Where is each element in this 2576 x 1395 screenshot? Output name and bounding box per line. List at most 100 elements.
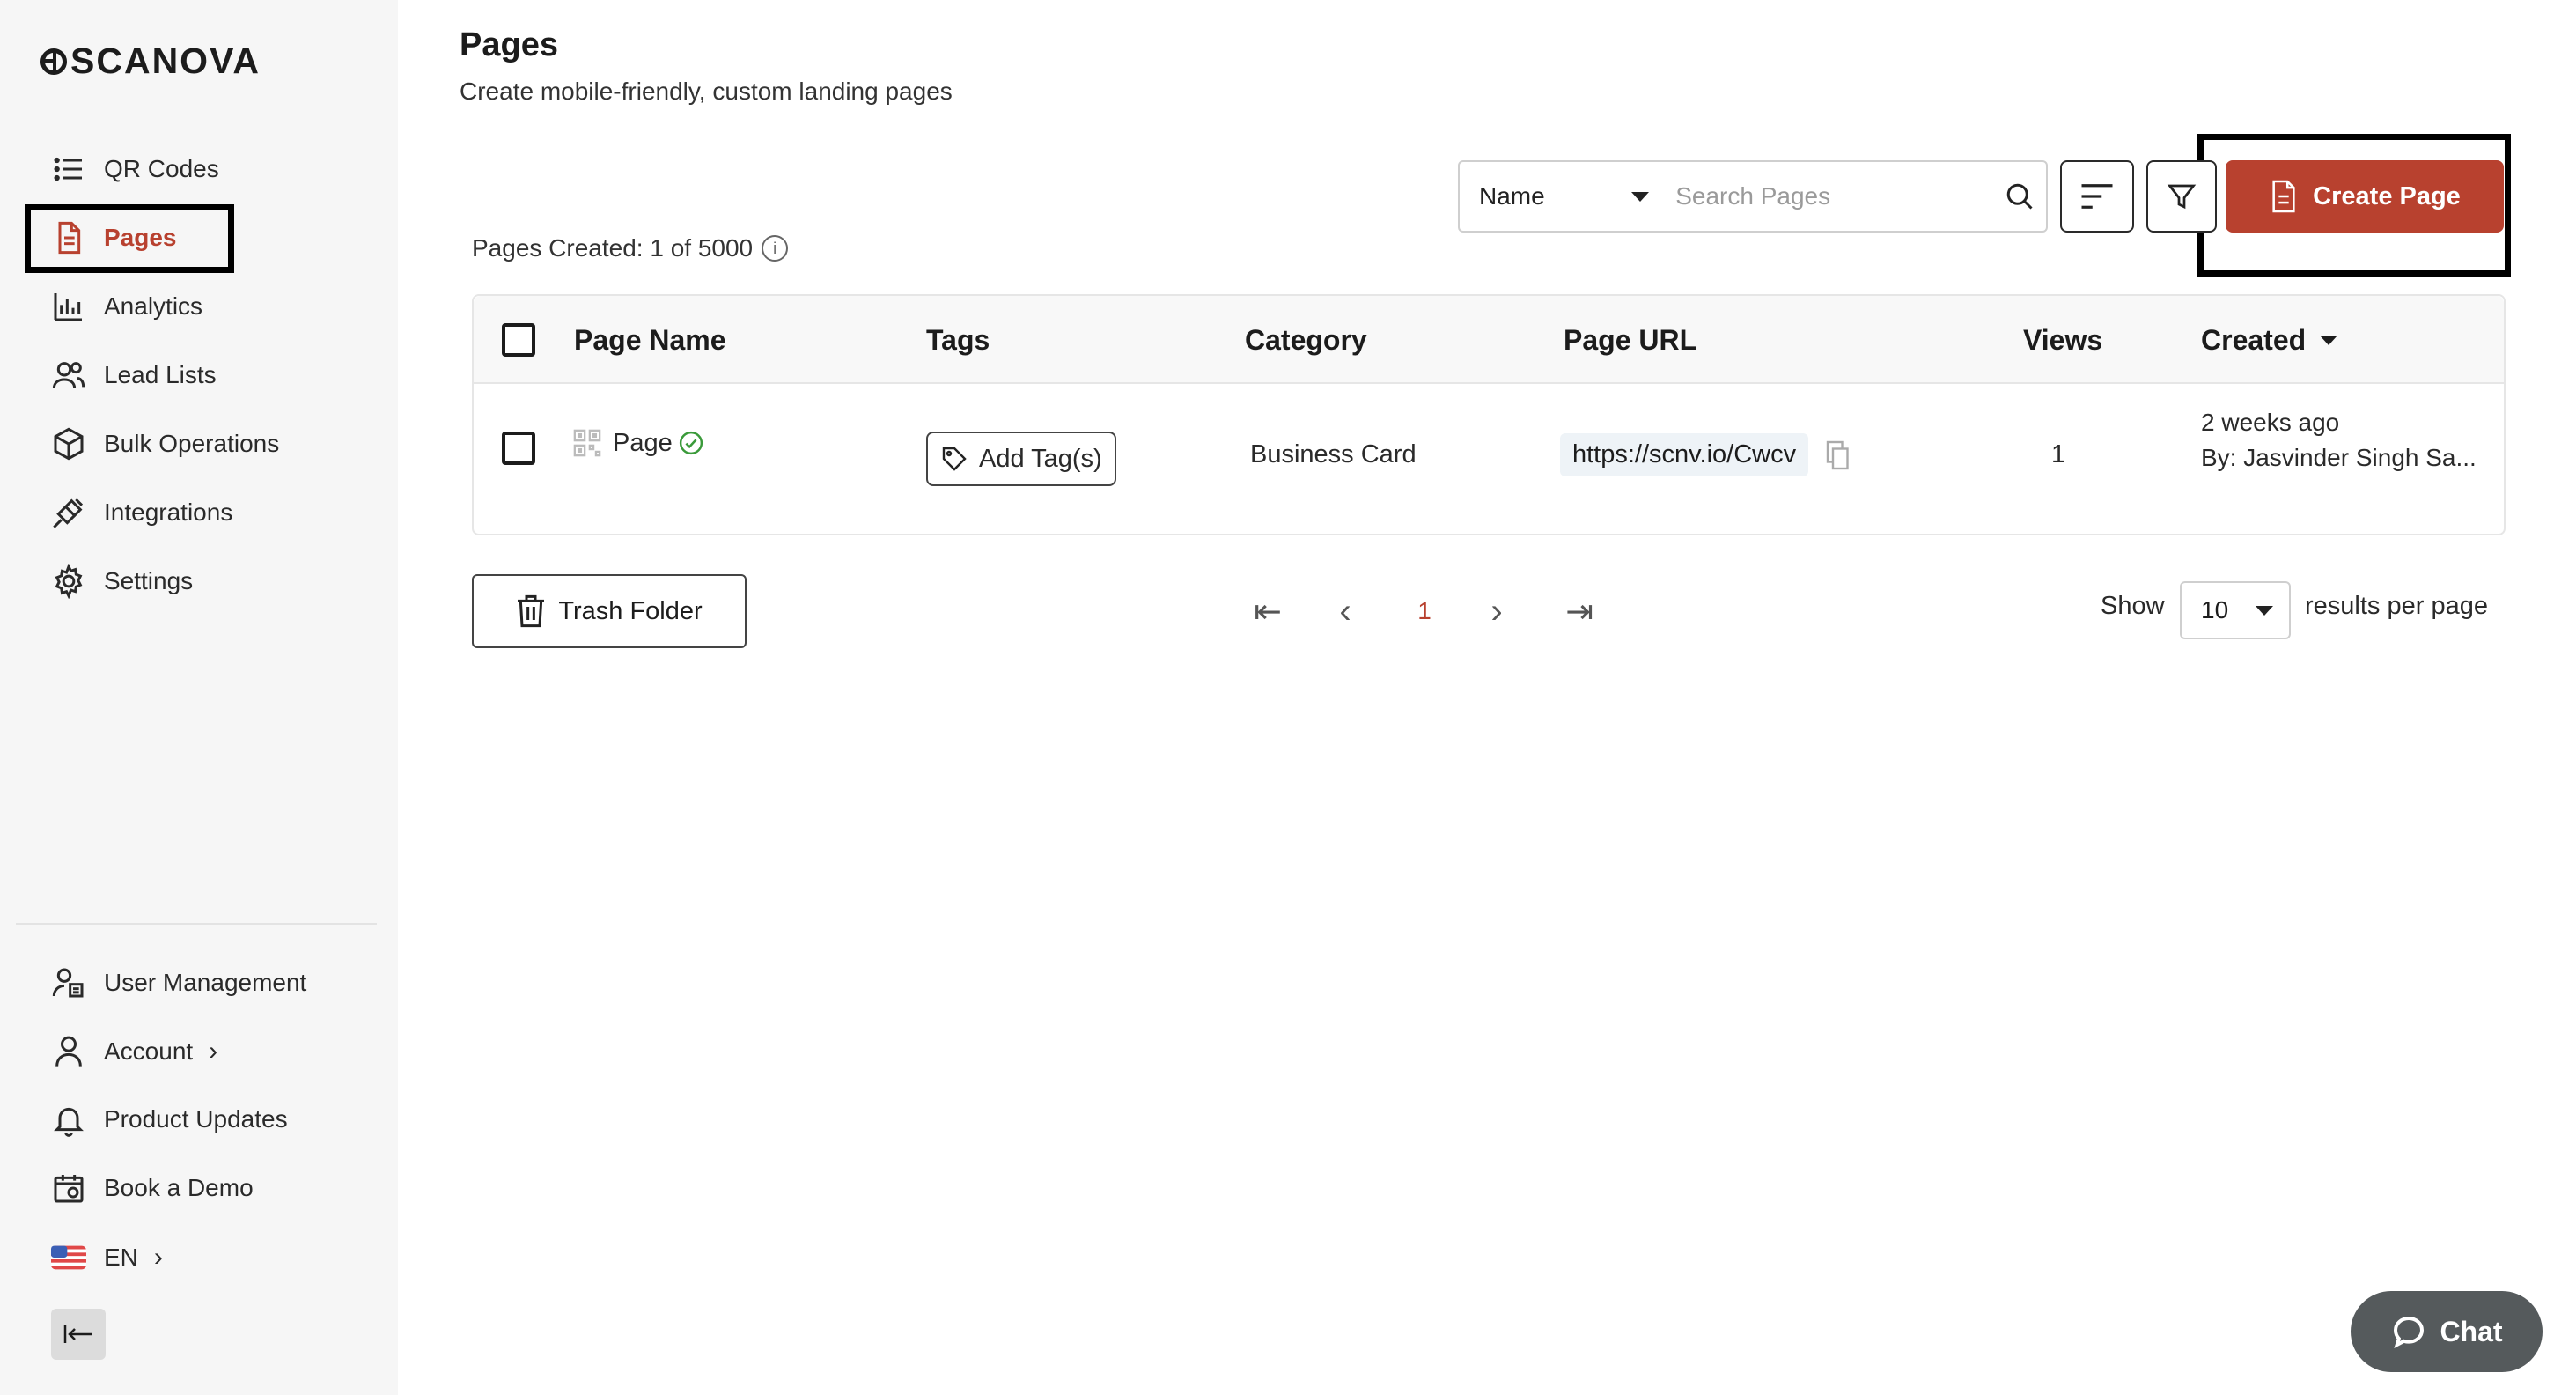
search-field-value: Name (1479, 182, 1545, 210)
plug-icon (42, 486, 95, 539)
collapse-icon (63, 1325, 92, 1343)
column-header-views[interactable]: Views (2023, 296, 2102, 384)
sidebar-item-user-management[interactable]: User Management (35, 951, 387, 1015)
add-tags-label: Add Tag(s) (979, 444, 1102, 473)
pages-table: Page Name Tags Category Page URL Views C… (472, 294, 2506, 535)
sidebar-item-qr-codes[interactable]: QR Codes (35, 137, 387, 201)
search-field-select[interactable]: Name (1460, 162, 1668, 231)
page-url-link[interactable]: https://scnv.io/Cwcv (1560, 433, 1809, 476)
brand-name: SCANOVA (70, 41, 261, 81)
last-page-button[interactable]: ⇥ (1555, 587, 1604, 636)
copy-icon[interactable] (1824, 439, 1852, 471)
create-page-label: Create Page (2313, 181, 2461, 210)
sidebar-item-book-demo[interactable]: Book a Demo (35, 1156, 387, 1220)
chevron-right-icon: › (209, 1037, 218, 1066)
user-management-icon (42, 956, 95, 1009)
page-name: Page (613, 428, 673, 457)
sidebar-item-label: QR Codes (104, 155, 219, 182)
select-all-cell (502, 296, 535, 384)
info-icon[interactable]: i (762, 235, 789, 262)
sidebar-item-analytics[interactable]: Analytics (35, 275, 387, 338)
created-by: By: Jasvinder Singh Sa... (2201, 444, 2477, 471)
results-per-page-value: 10 (2201, 596, 2229, 624)
column-header-created-label: Created (2201, 323, 2307, 356)
sidebar-item-integrations[interactable]: Integrations (35, 481, 387, 544)
chat-label: Chat (2440, 1315, 2503, 1347)
results-per-page-select[interactable]: 10 (2180, 581, 2291, 639)
add-tags-button[interactable]: Add Tag(s) (926, 432, 1116, 486)
sort-button[interactable] (2060, 160, 2134, 232)
current-page[interactable]: 1 (1407, 587, 1442, 636)
sidebar-item-account[interactable]: Account › (35, 1020, 387, 1083)
brand-logo[interactable]: SCANOVA (40, 41, 261, 82)
sidebar-item-label: Settings (104, 567, 194, 594)
sidebar-item-product-updates[interactable]: Product Updates (35, 1088, 387, 1151)
sidebar-item-bulk-operations[interactable]: Bulk Operations (35, 412, 387, 476)
sidebar-item-label: Book a Demo (104, 1174, 254, 1201)
row-checkbox[interactable] (502, 432, 535, 465)
qr-code-icon (573, 429, 601, 457)
column-header-created[interactable]: Created (2201, 296, 2338, 384)
pages-created-stat: Pages Created: 1 of 5000 i (472, 234, 789, 262)
sidebar-item-label: Integrations (104, 498, 233, 526)
gear-icon (42, 555, 95, 608)
column-header-category[interactable]: Category (1245, 296, 1367, 384)
first-page-button[interactable]: ⇤ (1243, 587, 1292, 636)
sidebar-item-label: EN (104, 1244, 138, 1271)
search-icon[interactable] (1993, 181, 2046, 212)
search-input[interactable] (1668, 162, 1994, 231)
trash-folder-label: Trash Folder (558, 596, 703, 625)
select-all-checkbox[interactable] (502, 323, 535, 357)
search-group: Name (1458, 160, 2048, 232)
tags-cell: Add Tag(s) (926, 432, 1116, 486)
sidebar-divider (16, 923, 377, 925)
page-name-cell[interactable]: Page (572, 428, 704, 458)
page-title: Pages (460, 26, 558, 63)
sidebar-item-language[interactable]: EN › (35, 1226, 387, 1289)
results-per-page-label: results per page (2305, 592, 2488, 620)
caret-down-icon (1631, 191, 1650, 202)
column-header-page-url: Page URL (1564, 323, 1697, 356)
user-icon (42, 1025, 95, 1078)
sidebar-item-lead-lists[interactable]: Lead Lists (35, 343, 387, 407)
collapse-sidebar-button[interactable] (51, 1309, 106, 1360)
cube-icon (42, 417, 95, 470)
prev-page-button[interactable]: ‹ (1328, 587, 1363, 636)
created-cell: 2 weeks ago By: Jasvinder Singh Sa... (2201, 409, 2477, 472)
column-header-page-name[interactable]: Page Name (574, 296, 726, 384)
filter-button[interactable] (2146, 160, 2217, 232)
us-flag-icon (42, 1231, 95, 1284)
sidebar-item-settings[interactable]: Settings (35, 550, 387, 613)
highlight-box-pages (25, 204, 234, 273)
sidebar-item-label: Product Updates (104, 1105, 288, 1133)
sort-desc-icon (2320, 335, 2338, 345)
calendar-icon (42, 1162, 95, 1214)
pages-created-text: Pages Created: 1 of 5000 (472, 234, 754, 262)
category-cell: Business Card (1250, 440, 1417, 469)
chat-bubble-icon (2394, 1316, 2425, 1349)
filter-icon (2167, 184, 2197, 210)
sidebar-item-label: Analytics (104, 292, 203, 320)
create-page-button[interactable]: Create Page (2226, 160, 2504, 232)
sidebar-item-label: Bulk Operations (104, 430, 280, 457)
page-url-cell: https://scnv.io/Cwcv (1560, 433, 1852, 476)
page-subtitle: Create mobile-friendly, custom landing p… (460, 78, 953, 105)
trash-icon (518, 594, 545, 628)
sidebar-item-label: Lead Lists (104, 361, 217, 388)
created-time: 2 weeks ago (2201, 409, 2340, 436)
next-page-button[interactable]: › (1479, 587, 1514, 636)
row-select-cell (502, 432, 535, 465)
users-icon (42, 349, 95, 402)
views-cell: 1 (2051, 440, 2066, 469)
caret-down-icon (2256, 605, 2273, 616)
chevron-right-icon: › (153, 1243, 163, 1272)
tag-icon (942, 447, 967, 471)
trash-folder-button[interactable]: Trash Folder (472, 574, 747, 648)
chat-button[interactable]: Chat (2351, 1291, 2543, 1372)
page-icon (2272, 180, 2295, 213)
check-circle-icon (679, 431, 703, 455)
analytics-icon (42, 280, 95, 333)
bell-icon (42, 1093, 95, 1146)
sidebar-item-label: User Management (104, 969, 307, 996)
list-icon (42, 143, 95, 196)
